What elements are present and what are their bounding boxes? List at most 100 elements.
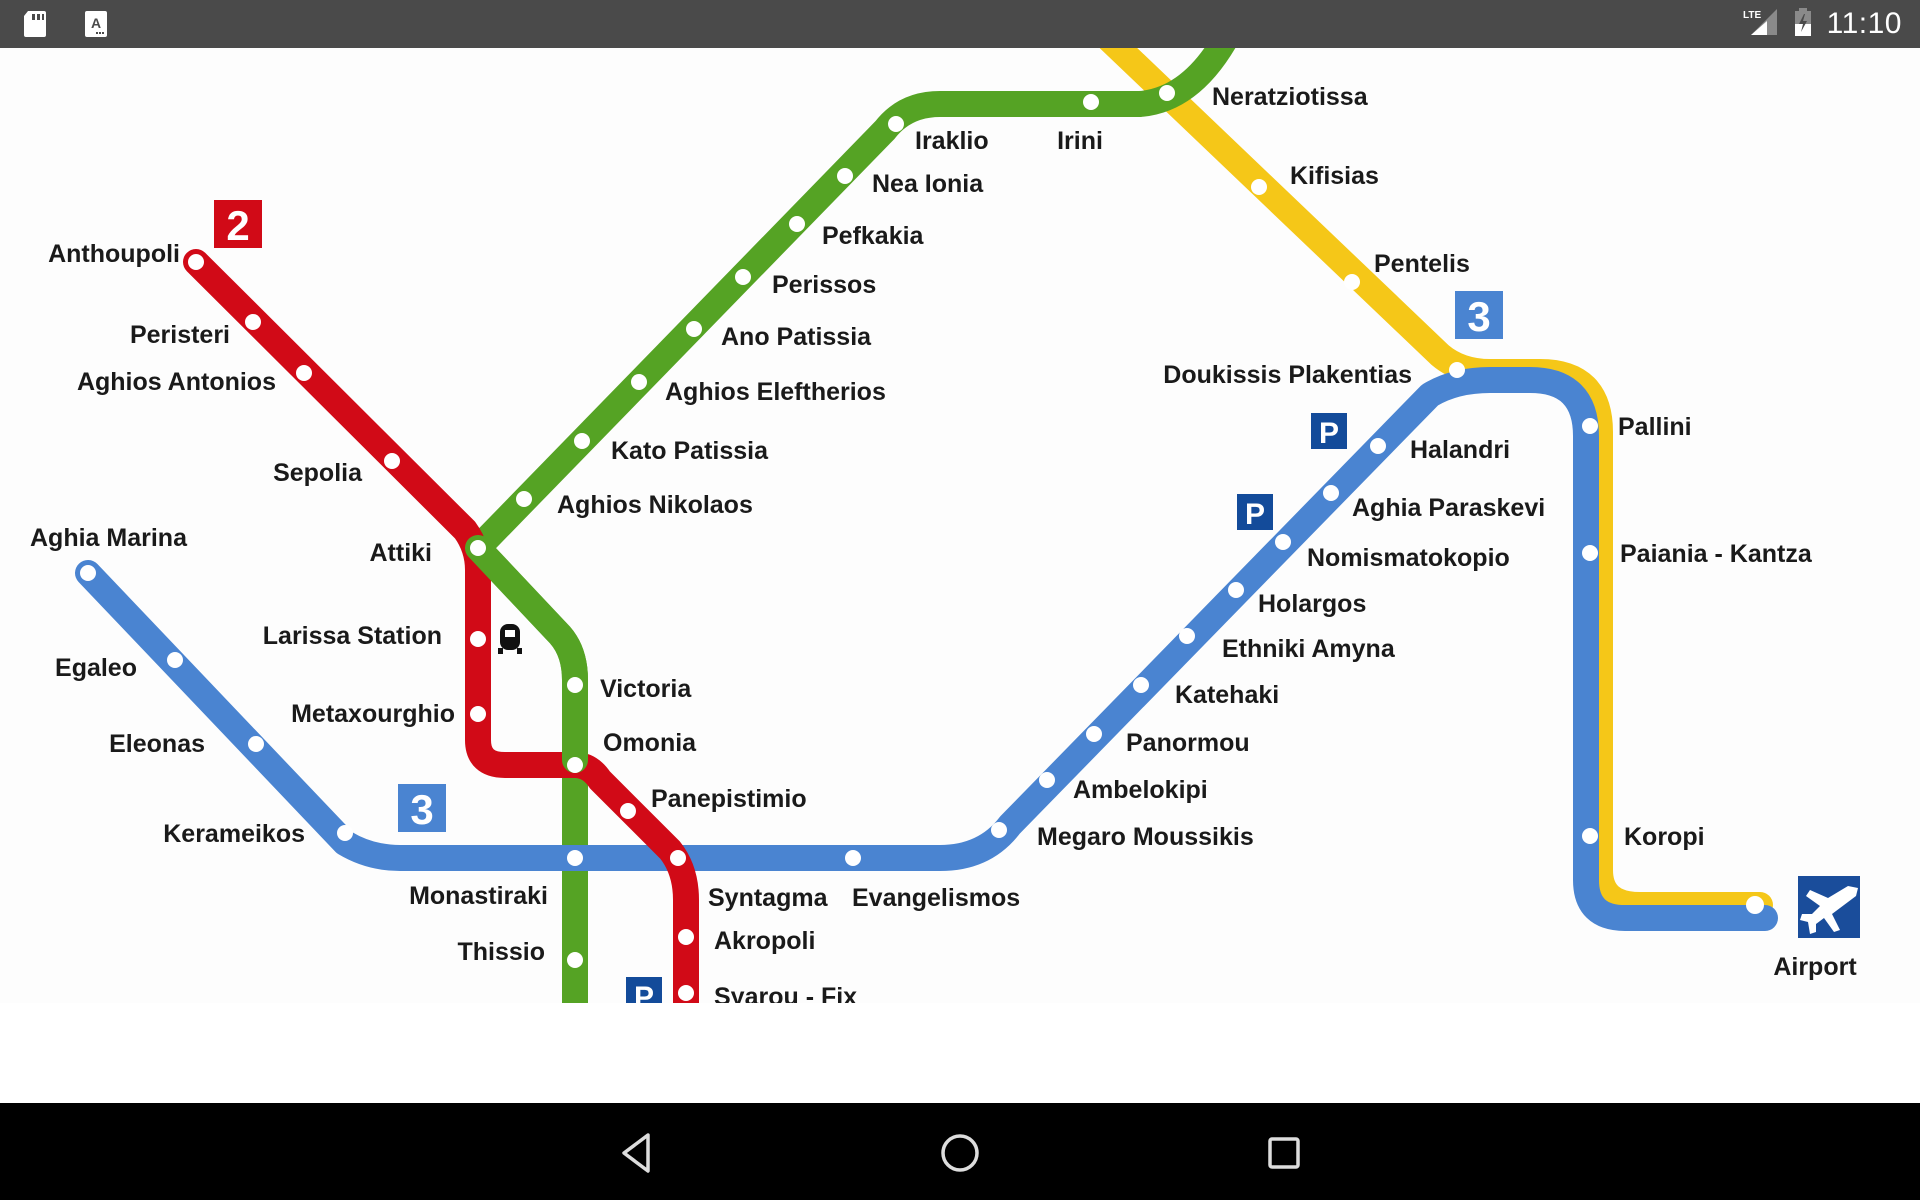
station-dot-doukissis-plakentias[interactable] — [1449, 362, 1465, 378]
station-label-anthoupoli[interactable]: Anthoupoli — [48, 240, 180, 268]
svg-text:3: 3 — [1467, 293, 1490, 340]
station-dot-aghios-eleftherios[interactable] — [631, 374, 647, 390]
station-label-neratziotissa[interactable]: Neratziotissa — [1212, 83, 1369, 111]
station-label-evangelismos[interactable]: Evangelismos — [852, 884, 1020, 912]
station-dot-larissa-station[interactable] — [470, 631, 486, 647]
station-label-pentelis[interactable]: Pentelis — [1374, 250, 1470, 278]
station-dot-nomismatokopio[interactable] — [1275, 534, 1291, 550]
metro-map[interactable]: Anthoupoli Peristeri Aghios Antonios Sepoli… — [0, 48, 1920, 1003]
station-dot-metaxourghio[interactable] — [470, 706, 486, 722]
station-dot-paiania-kantza[interactable] — [1582, 545, 1598, 561]
station-dot-panepistimio[interactable] — [620, 803, 636, 819]
station-dot-airport[interactable] — [1746, 896, 1764, 914]
station-dot-panormou[interactable] — [1086, 726, 1102, 742]
station-label-perissos[interactable]: Perissos — [772, 271, 876, 299]
station-dot-kerameikos[interactable] — [337, 825, 353, 841]
station-dot-koropi[interactable] — [1582, 828, 1598, 844]
station-dot-akropoli[interactable] — [678, 929, 694, 945]
station-label-metaxourghio[interactable]: Metaxourghio — [291, 700, 455, 728]
station-label-kato-patissia[interactable]: Kato Patissia — [611, 437, 769, 465]
metro-map-svg[interactable]: Anthoupoli Peristeri Aghios Antonios Sepoli… — [0, 48, 1920, 1003]
station-dot-syntagma[interactable] — [670, 850, 686, 866]
station-dot-pentelis[interactable] — [1344, 274, 1360, 290]
station-dot-pallini[interactable] — [1582, 418, 1598, 434]
station-dot-syarou-fix[interactable] — [678, 985, 694, 1001]
station-label-pefkakia[interactable]: Pefkakia — [822, 222, 925, 250]
station-label-eleonas[interactable]: Eleonas — [109, 730, 205, 758]
station-dot-aghios-nikolaos[interactable] — [516, 491, 532, 507]
station-label-syntagma[interactable]: Syntagma — [708, 884, 829, 912]
station-label-halandri[interactable]: Halandri — [1410, 436, 1510, 464]
station-label-koropi[interactable]: Koropi — [1624, 823, 1705, 851]
station-label-kifisias[interactable]: Kifisias — [1290, 162, 1379, 190]
station-dot-aghios-antonios[interactable] — [296, 365, 312, 381]
station-label-aghios-eleftherios[interactable]: Aghios Eleftherios — [665, 378, 886, 406]
station-label-omonia[interactable]: Omonia — [603, 729, 697, 757]
station-dot-ambelokipi[interactable] — [1039, 772, 1055, 788]
station-dot-halandri[interactable] — [1370, 438, 1386, 454]
station-dot-victoria[interactable] — [567, 677, 583, 693]
station-label-thissio[interactable]: Thissio — [457, 938, 545, 966]
station-label-aghios-nikolaos[interactable]: Aghios Nikolaos — [557, 491, 753, 519]
station-dot-attiki[interactable] — [470, 540, 486, 556]
svg-text:P: P — [1319, 417, 1339, 450]
station-label-ambelokipi[interactable]: Ambelokipi — [1073, 776, 1208, 804]
station-label-holargos[interactable]: Holargos — [1258, 590, 1366, 618]
station-label-paiania-kantza[interactable]: Paiania - Kantza — [1620, 540, 1813, 568]
station-label-kerameikos[interactable]: Kerameikos — [163, 820, 305, 848]
station-label-iraklio[interactable]: Iraklio — [915, 127, 989, 155]
station-dot-irini[interactable] — [1083, 94, 1099, 110]
station-dot-aghia-marina[interactable] — [80, 565, 96, 581]
station-label-peristeri[interactable]: Peristeri — [130, 321, 230, 349]
home-button[interactable] — [932, 1125, 988, 1181]
station-dot-evangelismos[interactable] — [845, 850, 861, 866]
station-dot-kifisias[interactable] — [1251, 179, 1267, 195]
back-button[interactable] — [608, 1125, 664, 1181]
station-label-aghios-antonios[interactable]: Aghios Antonios — [77, 368, 276, 396]
station-label-nomismatokopio[interactable]: Nomismatokopio — [1307, 544, 1510, 572]
station-label-aghia-paraskevi[interactable]: Aghia Paraskevi — [1352, 494, 1545, 522]
station-label-ano-patissia[interactable]: Ano Patissia — [721, 323, 872, 351]
station-label-akropoli[interactable]: Akropoli — [714, 927, 815, 955]
station-label-pallini[interactable]: Pallini — [1618, 413, 1692, 441]
station-label-panepistimio[interactable]: Panepistimio — [651, 785, 807, 813]
station-label-egaleo[interactable]: Egaleo — [55, 654, 137, 682]
station-dot-eleonas[interactable] — [248, 736, 264, 752]
station-label-megaro-moussikis[interactable]: Megaro Moussikis — [1037, 823, 1254, 851]
station-dot-katehaki[interactable] — [1133, 677, 1149, 693]
station-label-irini[interactable]: Irini — [1057, 127, 1103, 155]
station-label-syarou-fix[interactable]: Syarou - Fix — [714, 983, 857, 1003]
station-dot-aghia-paraskevi[interactable] — [1323, 485, 1339, 501]
station-dot-anthoupoli[interactable] — [188, 254, 204, 270]
station-dot-iraklio[interactable] — [888, 116, 904, 132]
station-dot-egaleo[interactable] — [167, 652, 183, 668]
airport-icon[interactable] — [1798, 876, 1860, 938]
station-dot-kato-patissia[interactable] — [574, 433, 590, 449]
station-label-larissa-station[interactable]: Larissa Station — [263, 622, 442, 650]
station-dot-neratziotissa[interactable] — [1159, 85, 1175, 101]
station-dot-nea-ionia[interactable] — [837, 168, 853, 184]
station-label-katehaki[interactable]: Katehaki — [1175, 681, 1279, 709]
station-dot-megaro-moussikis[interactable] — [991, 822, 1007, 838]
station-dot-ano-patissia[interactable] — [686, 321, 702, 337]
station-label-aghia-marina[interactable]: Aghia Marina — [30, 524, 188, 552]
station-label-doukissis-plakentias[interactable]: Doukissis Plakentias — [1163, 361, 1412, 389]
station-dot-perissos[interactable] — [735, 269, 751, 285]
station-dot-monastiraki[interactable] — [567, 850, 583, 866]
line-3-badge-west: 3 — [398, 784, 446, 833]
station-label-victoria[interactable]: Victoria — [600, 675, 692, 703]
station-dot-ethniki-amyna[interactable] — [1179, 628, 1195, 644]
station-dot-holargos[interactable] — [1228, 582, 1244, 598]
station-dot-pefkakia[interactable] — [789, 216, 805, 232]
station-label-monastiraki[interactable]: Monastiraki — [409, 882, 548, 910]
station-dot-peristeri[interactable] — [245, 314, 261, 330]
station-label-nea-ionia[interactable]: Nea Ionia — [872, 170, 984, 198]
station-label-sepolia[interactable]: Sepolia — [273, 459, 363, 487]
station-label-ethniki-amyna[interactable]: Ethniki Amyna — [1222, 635, 1396, 663]
station-label-panormou[interactable]: Panormou — [1126, 729, 1250, 757]
station-dot-omonia[interactable] — [567, 757, 583, 773]
station-dot-thissio[interactable] — [567, 952, 583, 968]
station-dot-sepolia[interactable] — [384, 453, 400, 469]
recents-button[interactable] — [1256, 1125, 1312, 1181]
station-label-attiki[interactable]: Attiki — [370, 539, 433, 567]
